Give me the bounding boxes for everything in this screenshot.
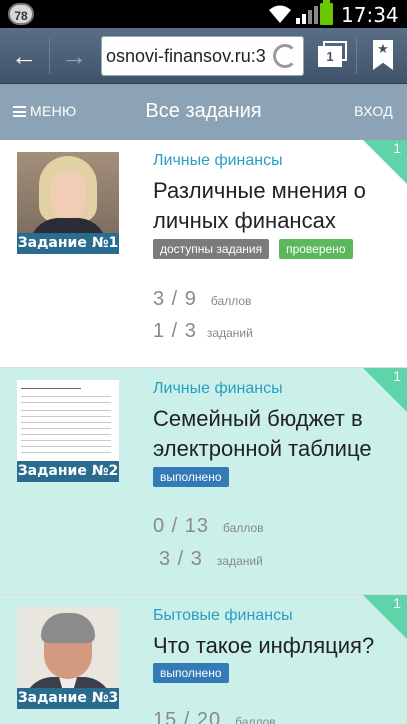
thumbnail-label: Задание №3 xyxy=(17,688,119,709)
category-link[interactable]: Бытовые финансы xyxy=(153,607,293,625)
sheet-row xyxy=(21,396,111,397)
sheet-row xyxy=(21,434,111,435)
status-badge: доступны задания xyxy=(153,239,270,259)
task-thumbnail[interactable]: Задание №2 xyxy=(17,380,119,482)
notification-badge: 78 xyxy=(8,3,34,25)
login-link[interactable]: ВХОД xyxy=(354,103,393,119)
status-badge: выполнено xyxy=(153,467,229,487)
task-title[interactable]: Различные мнения о личных финансах xyxy=(153,176,403,236)
task-title[interactable]: Семейный бюджет в электронной таблице xyxy=(153,404,403,464)
points-stat: 0 / 13 баллов xyxy=(153,515,264,538)
tasks-unit: заданий xyxy=(206,326,253,340)
page-title: Все задания xyxy=(145,100,262,122)
sheet-row xyxy=(21,422,111,423)
photo-face xyxy=(50,172,86,218)
badge-row: доступны задания проверено xyxy=(153,239,353,259)
address-bar[interactable]: osnovi-finansov.ru:3 xyxy=(101,36,304,76)
points-value: 15 / 20 xyxy=(153,709,222,724)
forward-button[interactable]: → xyxy=(50,28,98,84)
reload-icon[interactable] xyxy=(273,44,297,68)
corner-number: 1 xyxy=(393,368,401,384)
bookmark-star-icon: ★ xyxy=(373,40,393,70)
tasks-unit: заданий xyxy=(216,554,263,568)
points-stat: 3 / 9 баллов xyxy=(153,288,251,311)
tasks-stat: 3 / 3 заданий xyxy=(159,548,263,571)
status-bar: 78 17:34 xyxy=(0,0,407,28)
thumbnail-label: Задание №1 xyxy=(17,233,119,254)
back-button[interactable]: ← xyxy=(0,28,48,84)
sheet-row xyxy=(21,388,81,389)
category-link[interactable]: Личные финансы xyxy=(153,380,283,398)
task-thumbnail[interactable]: Задание №3 xyxy=(17,607,119,709)
task-card[interactable]: 1 Задание №3 Бытовые финансы Что такое и… xyxy=(0,595,407,724)
points-unit: баллов xyxy=(210,294,252,308)
points-value: 3 / 9 xyxy=(153,288,197,310)
sheet-row xyxy=(21,402,111,403)
points-unit: баллов xyxy=(223,521,264,535)
corner-number: 1 xyxy=(393,140,401,156)
back-arrow-icon: ← xyxy=(11,40,37,71)
tasks-value: 1 / 3 xyxy=(153,320,197,342)
tab-count: 1 xyxy=(318,46,342,67)
sheet-row xyxy=(21,452,111,453)
badge-row: выполнено xyxy=(153,467,229,487)
thumbnail-label: Задание №2 xyxy=(17,461,119,482)
wifi-icon xyxy=(269,5,291,23)
url-text: osnovi-finansov.ru:3 xyxy=(106,46,266,66)
category-link[interactable]: Личные финансы xyxy=(153,152,283,170)
signal-icon xyxy=(296,6,318,24)
points-stat: 15 / 20 баллов xyxy=(153,709,276,724)
task-card[interactable]: 1 Задание №2 Личные финансы Семейный бюд… xyxy=(0,368,407,595)
tasks-value: 3 / 3 xyxy=(159,548,203,570)
corner-number: 1 xyxy=(393,595,401,611)
browser-toolbar: ← → osnovi-finansov.ru:3 1 ★ xyxy=(0,28,407,84)
bookmark-button[interactable]: ★ xyxy=(360,28,407,84)
task-card[interactable]: 1 Задание №1 Личные финансы Различные мн… xyxy=(0,140,407,368)
tasks-stat: 1 / 3 заданий xyxy=(153,320,253,343)
points-value: 0 / 13 xyxy=(153,515,210,537)
photo-hair xyxy=(41,613,95,643)
sheet-row xyxy=(21,446,111,447)
divider xyxy=(356,38,357,74)
sheet-row xyxy=(21,428,111,429)
tabs-button[interactable]: 1 xyxy=(311,28,355,84)
clock: 17:34 xyxy=(341,3,399,27)
status-badge: выполнено xyxy=(153,663,229,683)
site-header: МЕНЮ Все задания ВХОД xyxy=(0,84,407,140)
sheet-row xyxy=(21,410,111,411)
badge-row: выполнено xyxy=(153,663,229,683)
task-title[interactable]: Что такое инфляция? xyxy=(153,631,403,661)
points-unit: баллов xyxy=(235,715,276,724)
sheet-row xyxy=(21,440,111,441)
status-badge: проверено xyxy=(279,239,353,259)
sheet-row xyxy=(21,416,111,417)
battery-icon xyxy=(320,0,333,25)
task-thumbnail[interactable]: Задание №1 xyxy=(17,152,119,254)
forward-arrow-icon: → xyxy=(61,40,87,71)
